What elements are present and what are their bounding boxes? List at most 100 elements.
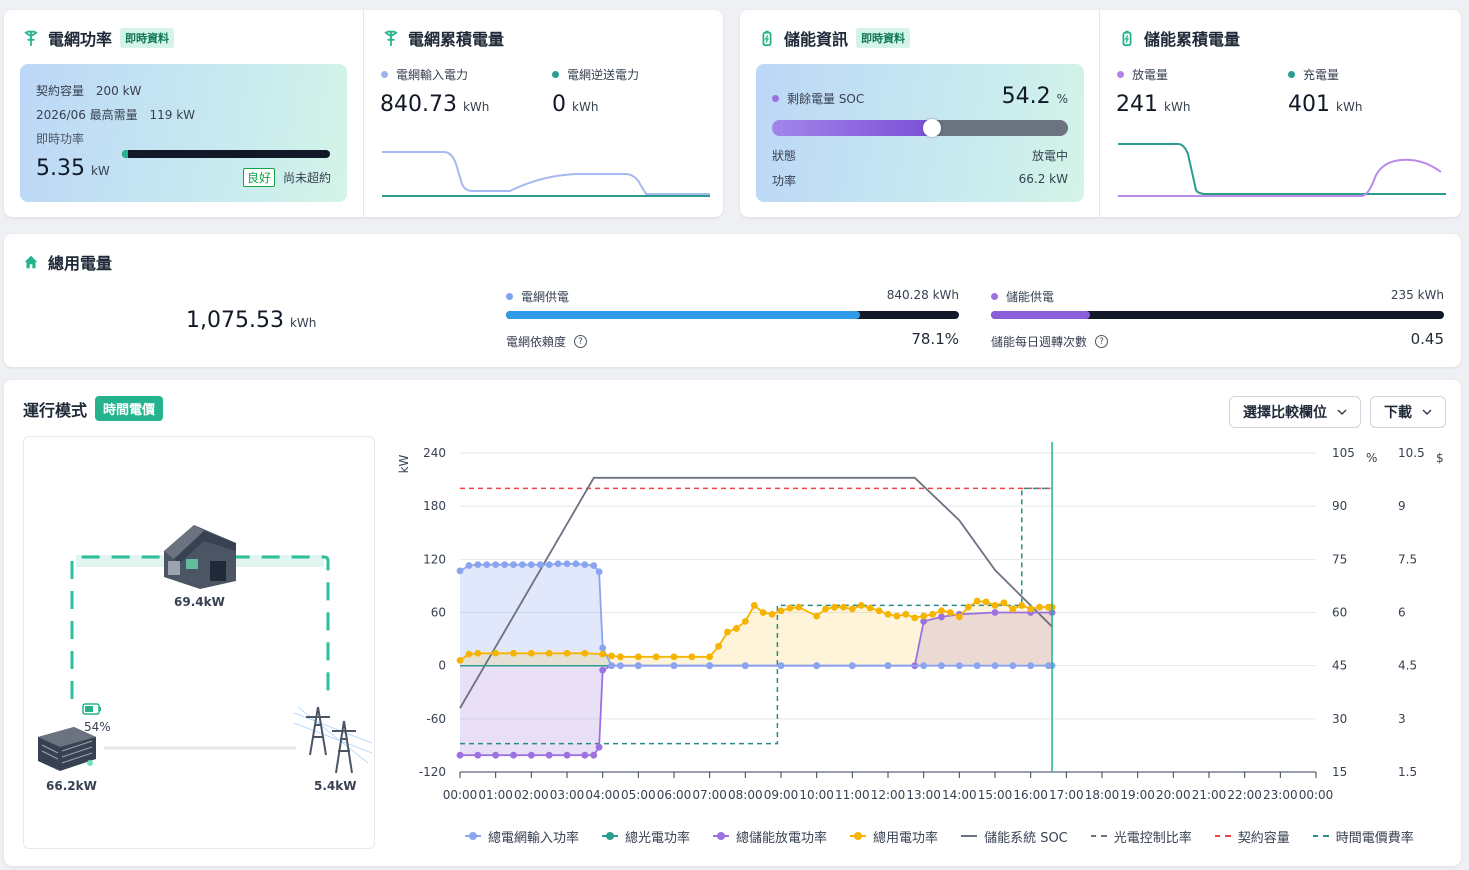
storage-supply-label: 儲能供電	[1006, 290, 1055, 304]
battery-cabinet-icon	[38, 727, 96, 771]
series-storage-point	[527, 751, 535, 759]
series-total-use-point	[545, 649, 553, 657]
legend-label: 時間電價費率	[1335, 830, 1414, 846]
contract-row: 契約容量 200 kW	[36, 82, 141, 99]
house-power: 69.4kW	[174, 595, 225, 609]
status-text: 尚未超約	[282, 171, 331, 185]
grid-dependency-value: 78.1%	[911, 330, 959, 348]
series-grid-import-point	[545, 561, 553, 569]
power-label: 功率	[772, 174, 797, 188]
series-total-use-point	[465, 650, 473, 658]
battery-icon	[1122, 30, 1132, 47]
series-total-use-point	[634, 653, 642, 661]
operation-card: 運行模式 時間電價 選擇比較欄位 下載 69.4kW 54% 66.2kW 5.…	[4, 380, 1461, 866]
series-grid-import-point	[920, 662, 928, 670]
y-tick-right-percent: 105	[1332, 446, 1355, 460]
legend-item[interactable]: 總用電功率	[849, 827, 938, 846]
series-total-use-point	[777, 607, 785, 615]
series-total-use-point	[1027, 605, 1035, 613]
peak-value: 119 kW	[149, 108, 196, 122]
storage-live-tag: 即時資料	[856, 28, 911, 48]
series-storage-point	[474, 751, 482, 759]
charge-value: 401	[1288, 92, 1330, 117]
help-icon[interactable]: ?	[574, 335, 588, 348]
discharge-value: 241	[1116, 92, 1158, 117]
x-tick-label: 08:00	[728, 788, 763, 802]
compare-fields-dropdown[interactable]: 選擇比較欄位	[1229, 396, 1361, 428]
series-total-use-point	[741, 617, 749, 625]
legend-label: 契約容量	[1237, 830, 1290, 846]
series-storage-point	[456, 751, 464, 759]
status-row: 良好 尚未超約	[242, 168, 331, 187]
series-total-use-point	[884, 610, 892, 618]
legend-item[interactable]: 儲能系統 SOC	[960, 827, 1068, 846]
y-tick-right-price: 10.5	[1398, 446, 1425, 460]
series-total-use-point	[670, 653, 678, 661]
legend-item[interactable]: 契約容量	[1214, 827, 1290, 846]
discharge-value-row: 241 kWh	[1116, 92, 1190, 117]
storage-info-title-row: 儲能資訊 即時資料	[758, 26, 911, 50]
series-grid-import-point	[608, 662, 615, 670]
grid-power-title-row: 電網功率 即時資料	[22, 26, 175, 50]
series-total-use-point	[786, 604, 794, 612]
series-total-use-point	[947, 609, 954, 616]
total-value: 1,075.53	[186, 308, 284, 333]
legend-swatch-icon	[713, 832, 730, 840]
series-total-use-point	[492, 649, 500, 657]
import-value: 840.73	[380, 92, 457, 117]
y-tick-right-price: 3	[1398, 712, 1406, 726]
series-total-use-point	[688, 653, 696, 661]
legend-item[interactable]: 總光電功率	[601, 827, 690, 846]
legend-item[interactable]: 時間電價費率	[1312, 827, 1414, 846]
series-storage-point	[599, 666, 607, 674]
y-tick-right-percent: 45	[1332, 659, 1347, 673]
series-total-use-point	[813, 612, 821, 620]
grid-card: 電網功率 即時資料 契約容量 200 kW 2026/06 最高需量 119 k…	[4, 10, 723, 217]
y-tick-left: 0	[438, 659, 446, 673]
peak-label: 2026/06 最高需量	[36, 108, 138, 122]
series-storage-point	[595, 743, 603, 751]
help-icon[interactable]: ?	[1095, 335, 1109, 348]
total-unit: kWh	[289, 316, 317, 330]
soc-slider-knob[interactable]	[923, 119, 942, 137]
legend-label: 總儲能放電功率	[736, 830, 828, 846]
grid-energy-title-row: 電網累積電量	[382, 26, 504, 50]
x-tick-label: 18:00	[1085, 788, 1120, 802]
legend-item[interactable]: 總儲能放電功率	[712, 827, 827, 846]
home-icon	[24, 255, 38, 269]
instant-row: 5.35 kW	[36, 156, 110, 181]
y-tick-right-percent: 60	[1332, 606, 1347, 620]
series-grid-import-point	[474, 561, 482, 569]
house-icon	[164, 525, 236, 589]
grid-energy-sparkline	[382, 151, 710, 197]
series-grid-import-point	[599, 644, 607, 652]
export-label-row: 電網逆送電力	[552, 66, 639, 83]
series-total-use-point	[866, 604, 874, 612]
series-grid-import-point	[706, 662, 714, 670]
grid-supply-value: 840.28 kWh	[886, 288, 959, 302]
y-axis-label-right-percent: %	[1366, 451, 1377, 465]
import-dot	[381, 71, 388, 78]
instant-bar	[122, 150, 330, 158]
series-grid-import-point	[590, 562, 598, 569]
x-tick-label: 17:00	[1049, 788, 1084, 802]
series-grid-import-point	[670, 662, 678, 670]
legend-swatch-icon	[1312, 835, 1329, 837]
download-dropdown[interactable]: 下載	[1370, 396, 1446, 428]
grid-power-live-tag: 即時資料	[120, 28, 175, 48]
legend-item[interactable]: 總電網輸入功率	[464, 827, 579, 846]
series-total-use-point	[1036, 603, 1043, 611]
x-tick-label: 23:00	[1263, 788, 1298, 802]
grid-supply-label-row: 電網供電	[506, 288, 569, 305]
soc-slider[interactable]	[772, 119, 1068, 137]
soc-label-row: 剩餘電量 SOC	[772, 90, 864, 107]
import-value-row: 840.73 kWh	[380, 92, 489, 117]
series-storage-point	[545, 751, 553, 759]
storage-energy-title-row: 儲能累積電量	[1118, 26, 1240, 50]
charge-label-row: 充電量	[1288, 66, 1339, 83]
series-total-use-point	[875, 607, 883, 615]
grid-supply-bar-fill	[506, 311, 860, 319]
x-tick-label: 19:00	[1120, 788, 1155, 802]
storage-supply-dot	[991, 293, 998, 300]
legend-item[interactable]: 光電控制比率	[1090, 827, 1192, 846]
